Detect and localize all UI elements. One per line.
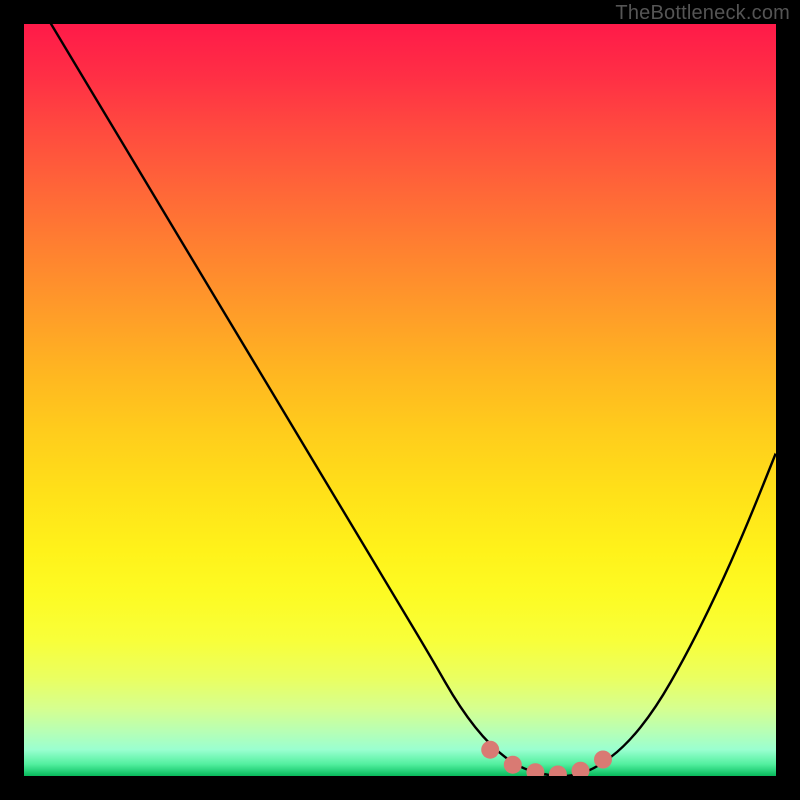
chart-frame: TheBottleneck.com <box>0 0 800 800</box>
trough-marker <box>549 766 567 777</box>
curve-layer <box>24 24 776 776</box>
plot-area <box>24 24 776 776</box>
watermark-text: TheBottleneck.com <box>615 2 790 25</box>
trough-marker <box>504 756 522 774</box>
bottleneck-curve-line <box>24 24 776 776</box>
trough-marker <box>572 762 590 776</box>
trough-marker <box>594 751 612 769</box>
trough-marker <box>481 741 499 759</box>
trough-markers <box>481 741 612 776</box>
trough-marker <box>526 763 544 776</box>
